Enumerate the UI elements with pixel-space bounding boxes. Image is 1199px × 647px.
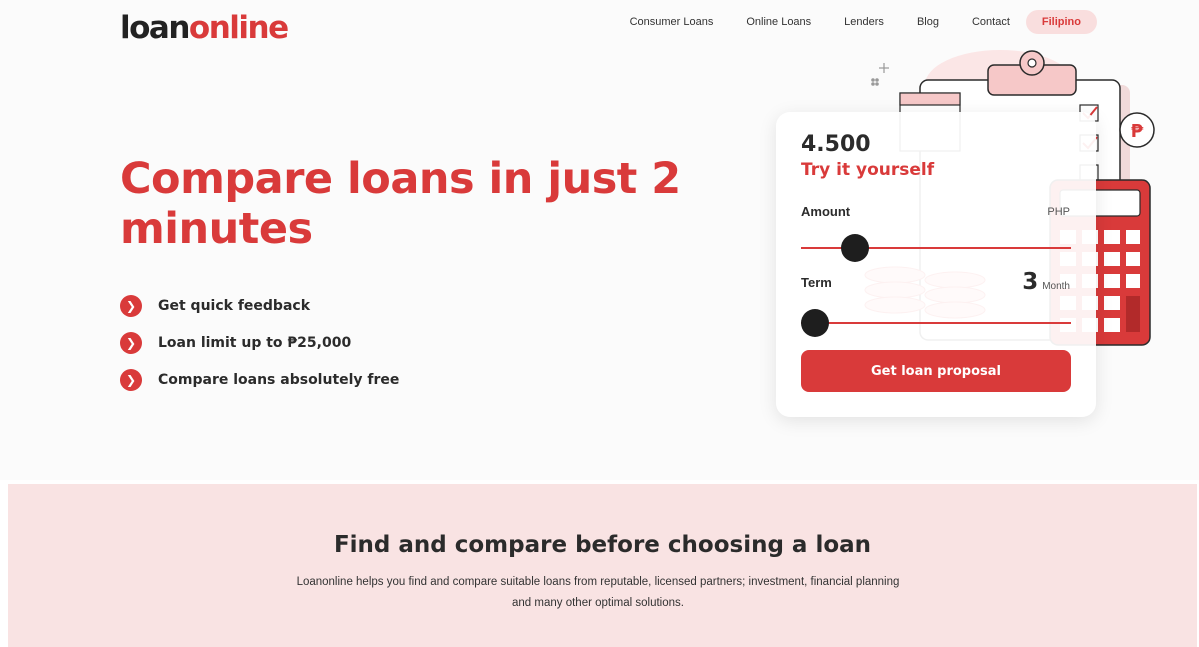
feature-item: ❯ Get quick feedback <box>120 295 399 317</box>
nav-lenders[interactable]: Lenders <box>844 10 884 34</box>
amount-value: 4.500 <box>801 132 871 157</box>
section-title: Find and compare before choosing a loan <box>333 532 872 558</box>
term-slider-thumb[interactable] <box>800 309 829 337</box>
chevron-right-icon: ❯ <box>120 369 142 391</box>
calculator-tagline: Try it yourself <box>801 160 935 180</box>
hero-title: Compare loans in just 2 minutes <box>120 154 681 254</box>
amount-slider[interactable] <box>801 233 1071 263</box>
loan-calculator-card: 4.500 Try it yourself Amount PHP Term 3 … <box>776 112 1096 417</box>
feature-text: Loan limit up to ₱25,000 <box>158 335 352 351</box>
chevron-right-icon: ❯ <box>120 295 142 317</box>
compare-section: Find and compare before choosing a loan … <box>8 484 1197 647</box>
feature-text: Compare loans absolutely free <box>158 372 400 388</box>
feature-item: ❯ Compare loans absolutely free <box>120 369 399 391</box>
svg-text:₱: ₱ <box>1131 121 1144 142</box>
peso-coin-icon: ₱ <box>1119 112 1155 148</box>
amount-slider-thumb[interactable] <box>841 234 869 262</box>
nav-contact[interactable]: Contact <box>972 10 1010 34</box>
feature-text: Get quick feedback <box>158 298 311 314</box>
logo-text-loan: loan <box>120 10 190 46</box>
amount-label: Amount <box>801 204 851 219</box>
language-switch-button[interactable]: Filipino <box>1025 10 1097 34</box>
currency-label: PHP <box>1047 206 1070 218</box>
term-value: 3 <box>1022 269 1039 295</box>
get-loan-proposal-button[interactable]: Get loan proposal <box>801 350 1071 392</box>
term-slider[interactable] <box>800 308 1071 338</box>
nav-blog[interactable]: Blog <box>917 10 939 34</box>
chevron-right-icon: ❯ <box>120 332 142 354</box>
term-unit: Month <box>1042 281 1070 292</box>
logo-text-online: online <box>188 10 289 46</box>
section-description: Loanonline helps you find and compare su… <box>296 576 900 609</box>
nav-consumer-loans[interactable]: Consumer Loans <box>630 10 714 34</box>
main-nav: Consumer Loans Online Loans Lenders Blog… <box>630 10 1097 34</box>
site-logo[interactable]: loanonline <box>120 10 289 46</box>
nav-online-loans[interactable]: Online Loans <box>746 10 811 34</box>
term-slider-track <box>801 322 1071 324</box>
term-value-display: 3 Month <box>1022 269 1070 295</box>
feature-list: ❯ Get quick feedback ❯ Loan limit up to … <box>120 295 399 406</box>
sparkle-icon <box>871 63 889 86</box>
term-label: Term <box>801 275 832 290</box>
feature-item: ❯ Loan limit up to ₱25,000 <box>120 332 399 354</box>
